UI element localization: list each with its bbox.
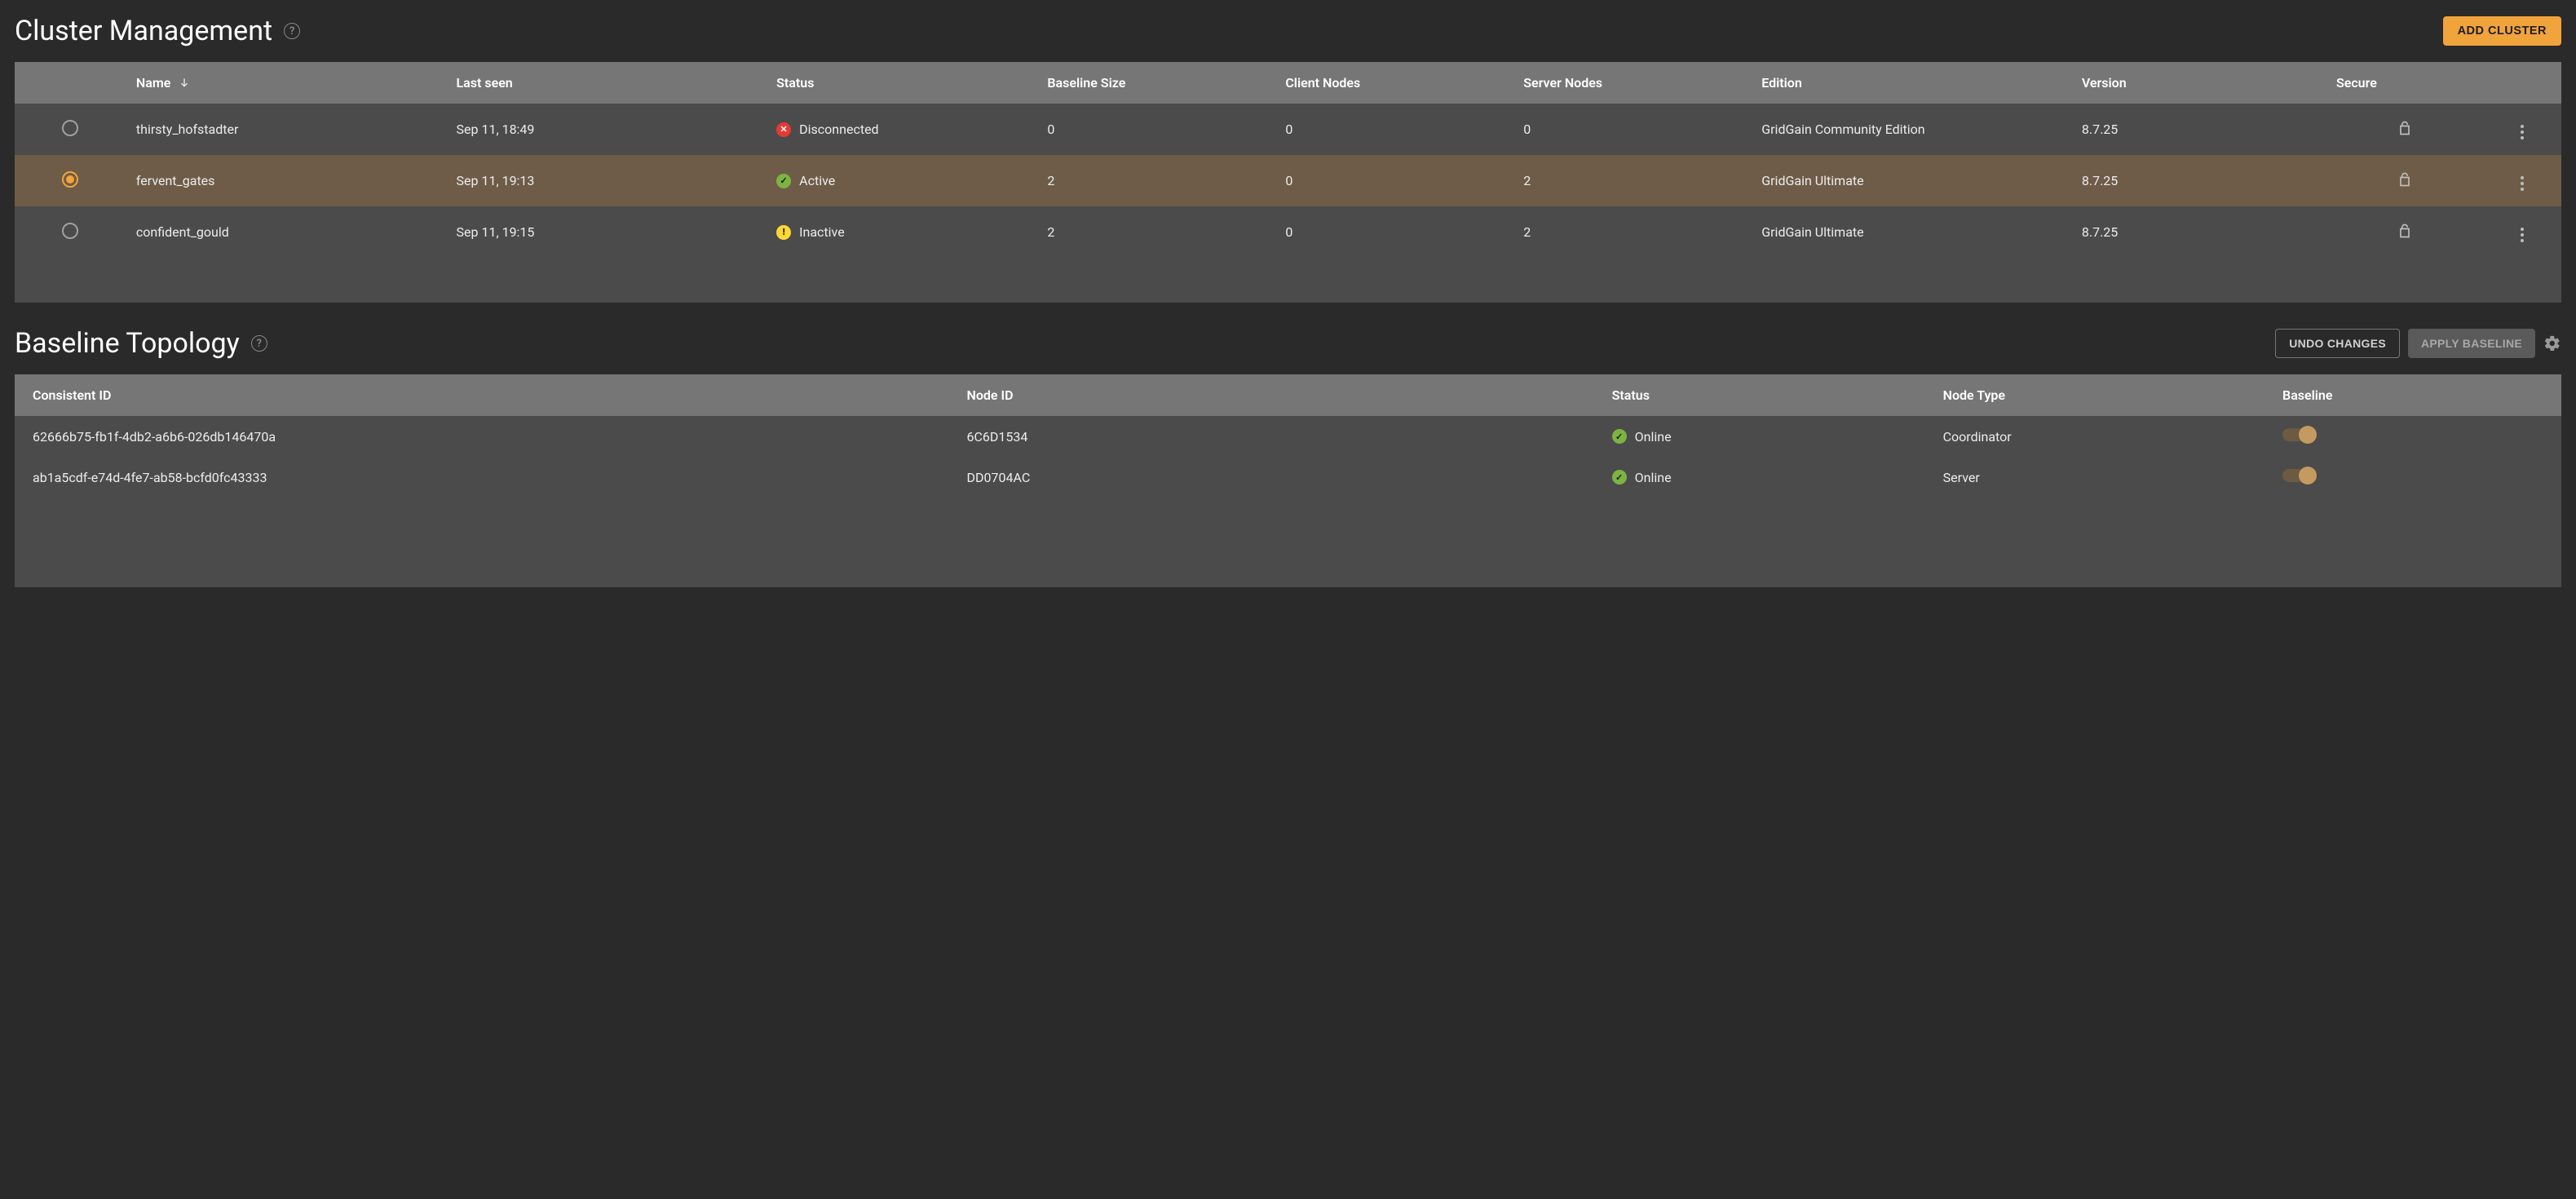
status-yellow-icon: ! [776, 225, 791, 240]
cluster-last-seen: Sep 11, 19:15 [447, 206, 767, 258]
cluster-last-seen: Sep 11, 19:13 [447, 155, 767, 206]
col-edition[interactable]: Edition [1752, 62, 2072, 104]
col-client-nodes[interactable]: Client Nodes [1275, 62, 1513, 104]
client-nodes: 0 [1275, 155, 1513, 206]
unlock-icon [2397, 120, 2413, 136]
col-consistent-id[interactable]: Consistent ID [15, 374, 957, 416]
cluster-status: Disconnected [799, 122, 878, 137]
cluster-title: Cluster Management [15, 15, 272, 47]
status-green-icon: ✓ [1612, 429, 1627, 444]
table-row[interactable]: ab1a5cdf-e74d-4fe7-ab58-bcfd0fc43333DD07… [15, 457, 2561, 498]
server-nodes: 2 [1513, 155, 1752, 206]
add-cluster-button[interactable]: ADD CLUSTER [2443, 16, 2561, 46]
status-green-icon: ✓ [1612, 470, 1627, 484]
gear-icon[interactable] [2543, 334, 2561, 352]
baseline-header: Baseline Topology ? UNDO CHANGES APPLY B… [15, 327, 2561, 360]
apply-baseline-button[interactable]: APPLY BASELINE [2408, 329, 2535, 358]
cluster-version: 8.7.25 [2072, 155, 2326, 206]
baseline-size: 2 [1037, 206, 1275, 258]
help-icon[interactable]: ? [284, 23, 300, 39]
table-row[interactable]: fervent_gatesSep 11, 19:13✓Active202Grid… [15, 155, 2561, 206]
cluster-status: Inactive [799, 224, 845, 240]
baseline-size: 0 [1037, 104, 1275, 155]
cluster-edition: GridGain Community Edition [1752, 104, 2072, 155]
unlock-icon [2397, 171, 2413, 188]
cluster-name: confident_gould [126, 206, 447, 258]
col-node-id[interactable]: Node ID [957, 374, 1602, 416]
cluster-table: Name Last seen Status Baseline Size Clie… [15, 62, 2561, 258]
row-menu-button[interactable] [2517, 173, 2527, 194]
row-menu-button[interactable] [2517, 224, 2527, 246]
node-status: Online [1635, 429, 1672, 445]
baseline-size: 2 [1037, 155, 1275, 206]
help-icon[interactable]: ? [251, 335, 267, 352]
cluster-table-panel: Name Last seen Status Baseline Size Clie… [15, 62, 2561, 303]
cluster-edition: GridGain Ultimate [1752, 206, 2072, 258]
select-cluster-radio[interactable] [62, 120, 78, 136]
col-baseline[interactable]: Baseline Size [1037, 62, 1275, 104]
select-cluster-radio[interactable] [62, 223, 78, 239]
baseline-title: Baseline Topology [15, 327, 240, 360]
col-secure[interactable]: Secure [2326, 62, 2482, 104]
server-nodes: 2 [1513, 206, 1752, 258]
status-red-icon: ✕ [776, 122, 791, 137]
col-baseline-b[interactable]: Baseline [2273, 374, 2561, 416]
baseline-toggle[interactable] [2282, 428, 2315, 441]
node-type: Server [1933, 457, 2273, 498]
baseline-table-panel: Consistent ID Node ID Status Node Type B… [15, 374, 2561, 587]
table-row[interactable]: thirsty_hofstadterSep 11, 18:49 ✕ Disconne… [15, 104, 2561, 155]
col-server-nodes[interactable]: Server Nodes [1513, 62, 1752, 104]
client-nodes: 0 [1275, 206, 1513, 258]
col-status-b[interactable]: Status [1602, 374, 1933, 416]
cluster-header: Cluster Management ? ADD CLUSTER [15, 15, 2561, 47]
cluster-status: Active [799, 173, 835, 188]
select-cluster-radio[interactable] [62, 171, 78, 188]
table-row[interactable]: 62666b75-fb1f-4db2-a6b6-026db146470a6C6D… [15, 416, 2561, 457]
col-status[interactable]: Status [767, 62, 1037, 104]
node-id: 6C6D1534 [957, 416, 1602, 457]
col-last-seen[interactable]: Last seen [447, 62, 767, 104]
unlock-icon [2397, 223, 2413, 239]
cluster-last-seen: Sep 11, 18:49 [447, 104, 767, 155]
baseline-table: Consistent ID Node ID Status Node Type B… [15, 374, 2561, 498]
node-type: Coordinator [1933, 416, 2273, 457]
client-nodes: 0 [1275, 104, 1513, 155]
cluster-name: thirsty_hofstadter [126, 104, 447, 155]
cluster-name: fervent_gates [126, 155, 447, 206]
consistent-id: 62666b75-fb1f-4db2-a6b6-026db146470a [15, 416, 957, 457]
baseline-toggle[interactable] [2282, 469, 2315, 482]
col-version[interactable]: Version [2072, 62, 2326, 104]
sort-arrow-down-icon [179, 76, 190, 91]
col-node-type[interactable]: Node Type [1933, 374, 2273, 416]
undo-changes-button[interactable]: UNDO CHANGES [2275, 329, 2400, 358]
cluster-version: 8.7.25 [2072, 104, 2326, 155]
status-green-icon: ✓ [776, 174, 791, 188]
cluster-edition: GridGain Ultimate [1752, 155, 2072, 206]
row-menu-button[interactable] [2517, 122, 2527, 143]
table-row[interactable]: confident_gouldSep 11, 19:15! Inactive 202… [15, 206, 2561, 258]
server-nodes: 0 [1513, 104, 1752, 155]
col-name[interactable]: Name [126, 62, 447, 104]
consistent-id: ab1a5cdf-e74d-4fe7-ab58-bcfd0fc43333 [15, 457, 957, 498]
node-id: DD0704AC [957, 457, 1602, 498]
cluster-version: 8.7.25 [2072, 206, 2326, 258]
node-status: Online [1635, 470, 1672, 485]
